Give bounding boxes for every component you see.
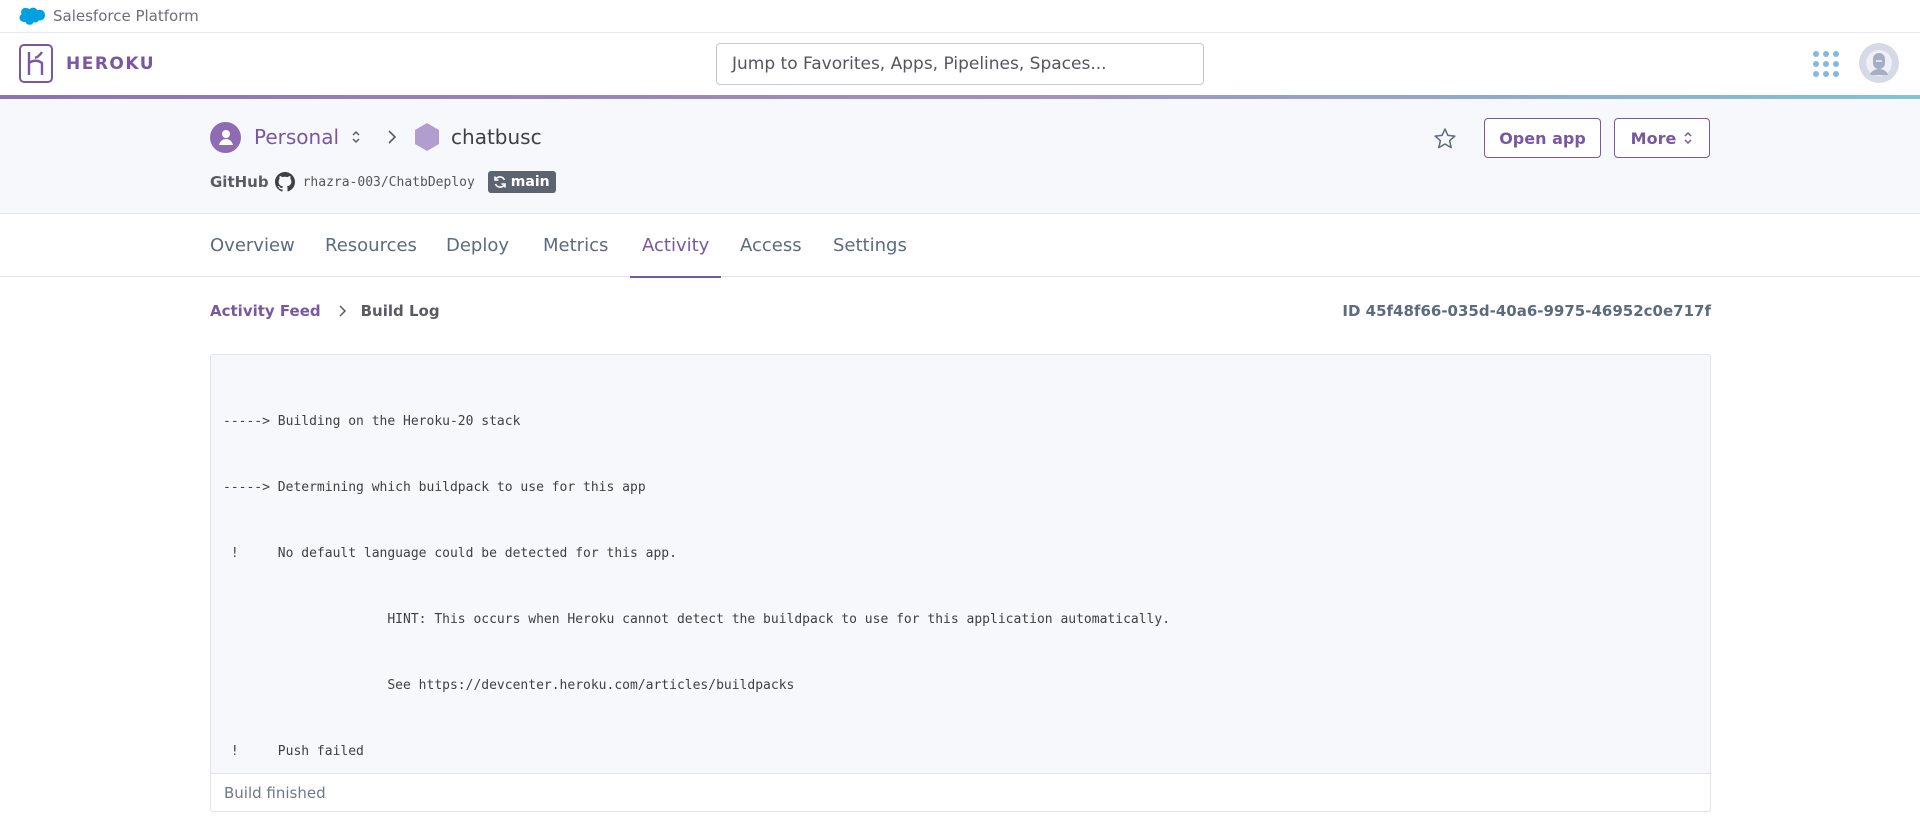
star-icon[interactable] bbox=[1432, 126, 1458, 152]
build-breadcrumb: Activity Feed Build Log bbox=[210, 302, 440, 320]
search-placeholder: Jump to Favorites, Apps, Pipelines, Spac… bbox=[732, 54, 1107, 74]
tab-settings[interactable]: Settings bbox=[833, 214, 907, 277]
person-icon bbox=[210, 121, 241, 153]
open-app-button[interactable]: Open app bbox=[1484, 118, 1601, 158]
build-log-output: -----> Building on the Heroku-20 stack -… bbox=[223, 367, 1170, 807]
sync-icon bbox=[493, 176, 506, 188]
tab-resources[interactable]: Resources bbox=[325, 214, 417, 277]
user-avatar-icon[interactable] bbox=[1859, 43, 1899, 83]
heroku-wordmark[interactable]: HEROKU bbox=[66, 54, 155, 74]
apps-grid-icon[interactable] bbox=[1813, 51, 1839, 77]
account-switcher[interactable]: Personal bbox=[254, 125, 339, 149]
activity-feed-link[interactable]: Activity Feed bbox=[210, 302, 321, 320]
app-header: Personal chatbusc GitHub rhazra-003/Chat… bbox=[0, 99, 1920, 214]
app-hexagon-icon bbox=[415, 123, 440, 151]
app-name[interactable]: chatbusc bbox=[451, 125, 542, 149]
build-status-text: Build finished bbox=[224, 783, 326, 802]
log-line: ! Push failed bbox=[223, 744, 364, 759]
build-log-label: Build Log bbox=[360, 302, 440, 320]
branch-badge: main bbox=[487, 171, 556, 193]
build-status-footer: Build finished bbox=[211, 773, 1710, 811]
chevron-right-icon bbox=[388, 130, 397, 144]
log-line: HINT: This occurs when Heroku cannot det… bbox=[223, 612, 1171, 627]
app-breadcrumb: Personal chatbusc bbox=[210, 121, 542, 153]
tab-metrics[interactable]: Metrics bbox=[543, 214, 608, 277]
top-header: HEROKU Jump to Favorites, Apps, Pipeline… bbox=[0, 33, 1920, 95]
github-repo-link[interactable]: rhazra-003/ChatbDeploy bbox=[303, 175, 475, 190]
search-input[interactable]: Jump to Favorites, Apps, Pipelines, Spac… bbox=[716, 43, 1204, 85]
chevron-updown-icon[interactable] bbox=[351, 129, 361, 145]
build-id: ID 45f48f66-035d-40a6-9975-46952c0e717f bbox=[1342, 302, 1711, 320]
chevron-updown-icon bbox=[1684, 131, 1692, 145]
branch-name: main bbox=[510, 174, 550, 190]
build-log-panel: -----> Building on the Heroku-20 stack -… bbox=[210, 354, 1711, 812]
github-icon bbox=[274, 172, 295, 192]
salesforce-platform-bar: Salesforce Platform bbox=[0, 0, 1920, 33]
github-label: GitHub bbox=[210, 173, 269, 191]
log-line: -----> Building on the Heroku-20 stack bbox=[223, 414, 521, 429]
log-line: See https://devcenter.heroku.com/article… bbox=[223, 678, 795, 693]
app-tabs: Overview Resources Deploy Metrics Activi… bbox=[0, 214, 1920, 278]
tab-overview[interactable]: Overview bbox=[210, 214, 295, 277]
more-label: More bbox=[1630, 128, 1677, 148]
log-line: -----> Determining which buildpack to us… bbox=[223, 480, 646, 495]
heroku-logo-icon[interactable] bbox=[19, 44, 53, 83]
tab-activity[interactable]: Activity bbox=[629, 214, 722, 278]
open-app-label: Open app bbox=[1499, 128, 1586, 148]
github-connection: GitHub rhazra-003/ChatbDeploy main bbox=[210, 170, 556, 194]
tab-access[interactable]: Access bbox=[740, 214, 802, 277]
tab-deploy[interactable]: Deploy bbox=[446, 214, 509, 277]
more-button[interactable]: More bbox=[1614, 118, 1710, 158]
salesforce-platform-label: Salesforce Platform bbox=[53, 7, 199, 25]
log-line: ! No default language could be detected … bbox=[223, 546, 677, 561]
chevron-right-icon bbox=[339, 305, 346, 317]
salesforce-cloud-icon bbox=[19, 7, 45, 25]
